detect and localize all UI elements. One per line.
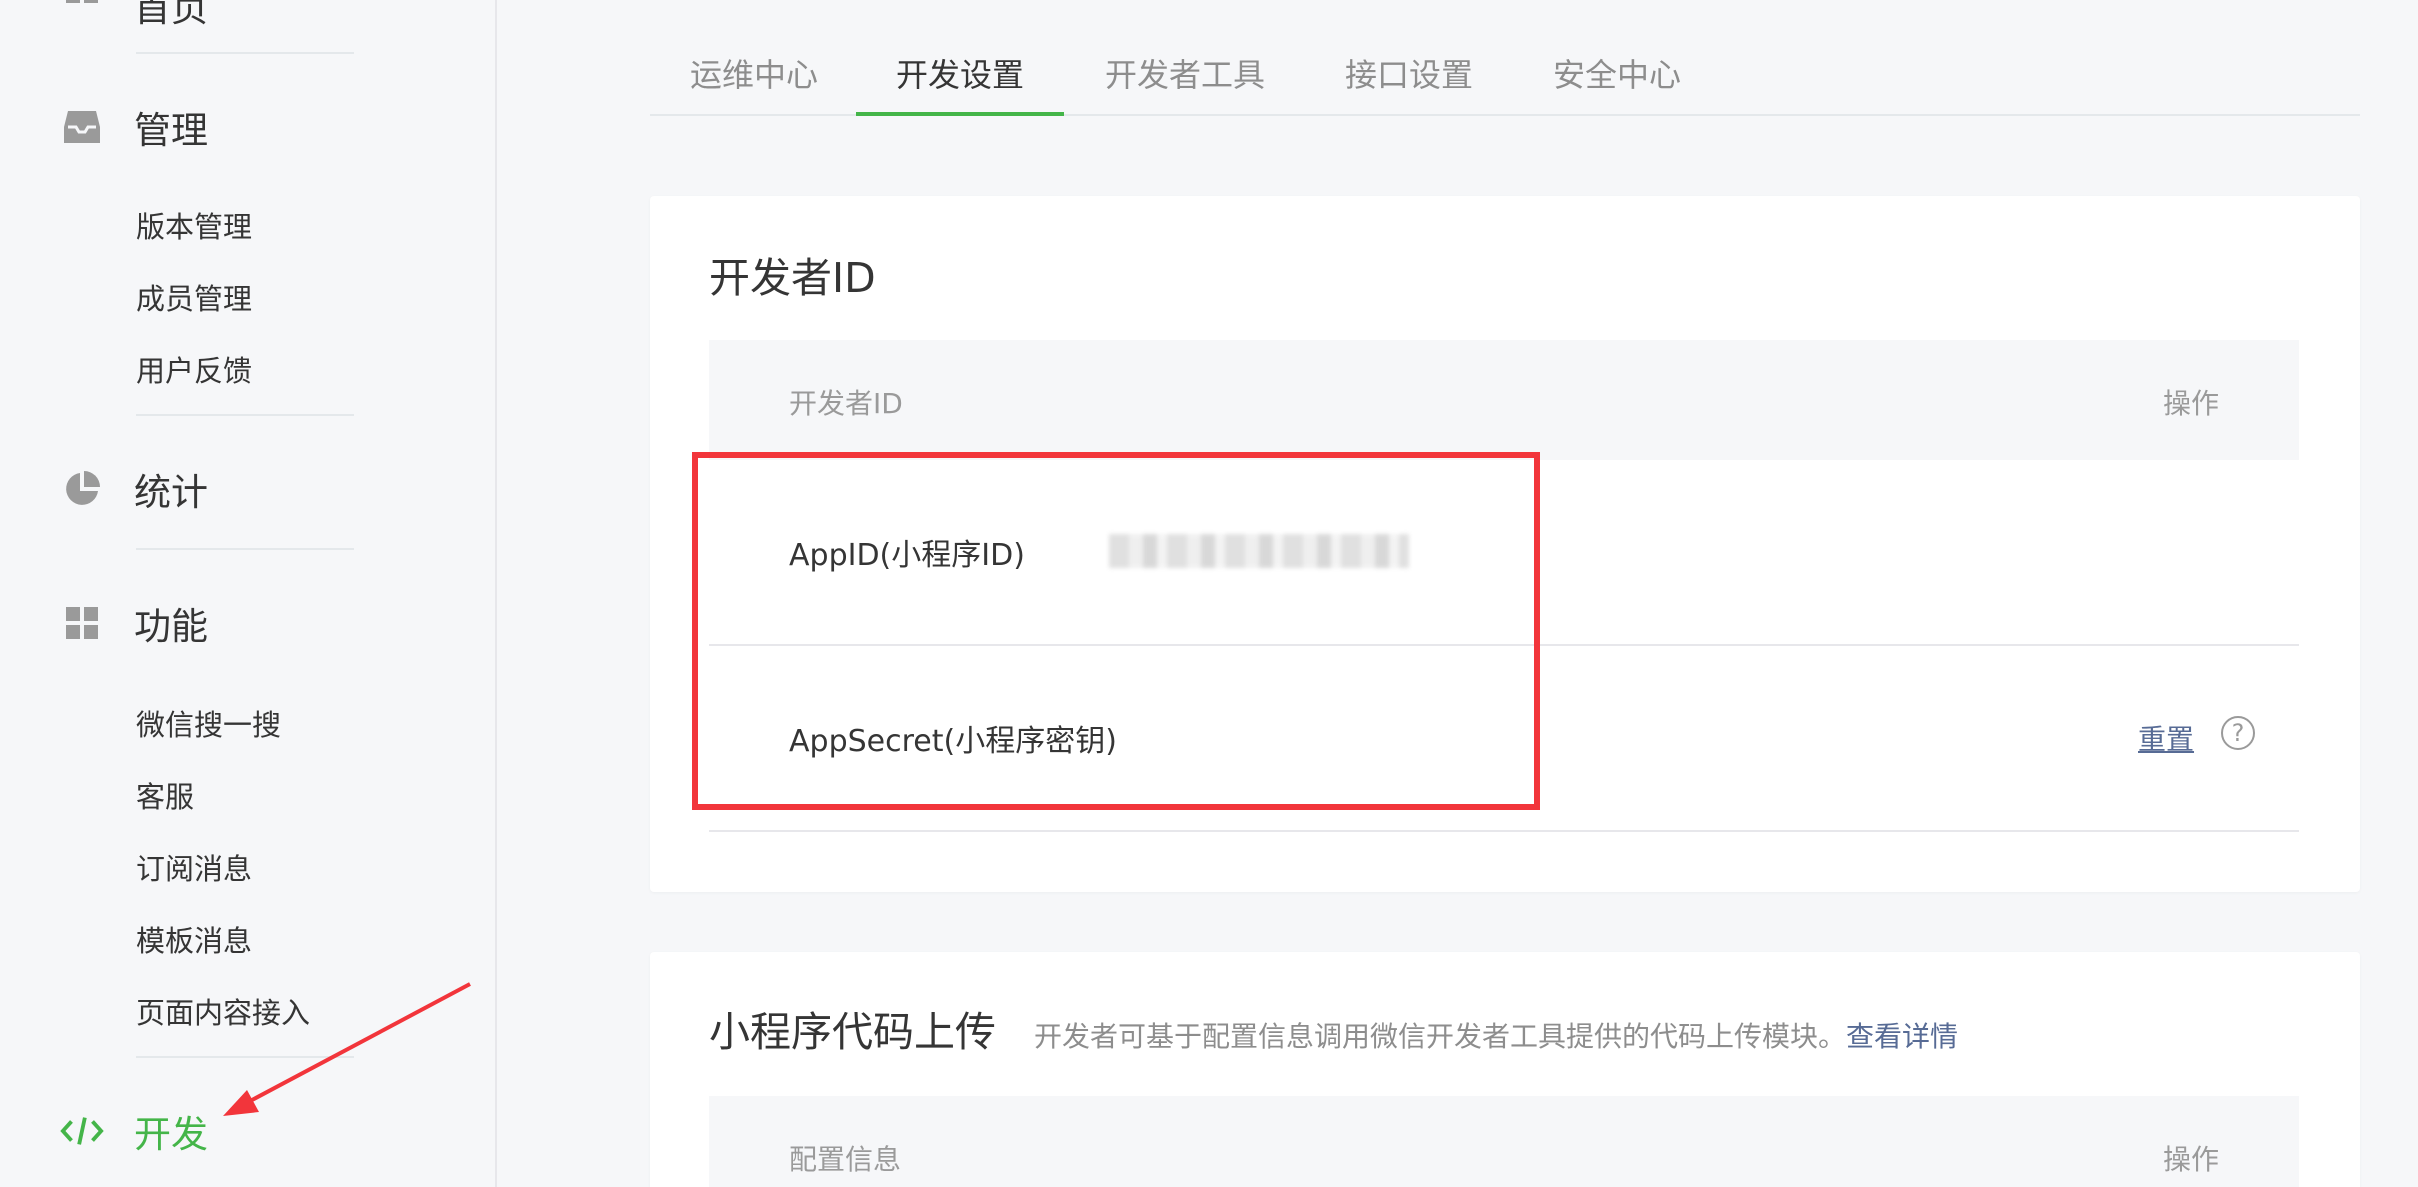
- divider: [136, 414, 354, 416]
- table-row: AppID(小程序ID): [709, 460, 2299, 646]
- table-row: AppSecret(小程序密钥) 重置 ?: [709, 646, 2299, 832]
- view-details-link[interactable]: 查看详情: [1846, 1020, 1958, 1053]
- sidebar-item-template-msg[interactable]: 模板消息: [136, 918, 252, 960]
- tab-bar: 运维中心 开发设置 开发者工具 接口设置 安全中心: [650, 0, 2360, 116]
- sidebar-item-feedback[interactable]: 用户反馈: [136, 348, 252, 390]
- sidebar-item-search[interactable]: 微信搜一搜: [136, 702, 281, 744]
- column-header-action: 操作: [2162, 387, 2219, 420]
- sidebar-item-service[interactable]: 客服: [136, 774, 194, 816]
- divider: [136, 52, 354, 54]
- tab-ops-center[interactable]: 运维中心: [690, 50, 818, 116]
- sidebar-item-members[interactable]: 成员管理: [136, 276, 252, 318]
- table-header: 开发者ID 操作: [709, 340, 2299, 460]
- appid-value-blurred: [1109, 534, 1409, 568]
- home-icon: [60, 0, 104, 27]
- sidebar-item-label: 首页: [134, 0, 208, 30]
- sidebar-item-version[interactable]: 版本管理: [136, 204, 252, 246]
- developer-id-card: 开发者ID 开发者ID 操作 AppID(小程序ID) AppSecret(小程…: [650, 196, 2360, 892]
- sidebar-item-features[interactable]: 功能: [60, 596, 208, 650]
- sidebar-item-manage[interactable]: 管理: [60, 100, 208, 154]
- card-description: 开发者可基于配置信息调用微信开发者工具提供的代码上传模块。查看详情: [1034, 1015, 1958, 1055]
- inbox-icon: [60, 105, 104, 149]
- tab-dev-settings[interactable]: 开发设置: [855, 50, 1065, 116]
- help-icon[interactable]: ?: [2221, 716, 2255, 750]
- card-title: 小程序代码上传: [709, 1008, 996, 1056]
- tab-dev-tools[interactable]: 开发者工具: [1105, 50, 1265, 116]
- appsecret-label: AppSecret(小程序密钥): [789, 724, 1117, 759]
- code-upload-card: 小程序代码上传 开发者可基于配置信息调用微信开发者工具提供的代码上传模块。查看详…: [650, 952, 2360, 1187]
- divider: [136, 548, 354, 550]
- sidebar-item-label: 管理: [134, 109, 208, 152]
- appid-label: AppID(小程序ID): [789, 538, 1025, 573]
- sidebar-item-label: 统计: [134, 471, 208, 514]
- sidebar-item-develop[interactable]: 开发: [60, 1104, 208, 1158]
- sidebar-item-label: 功能: [134, 605, 208, 648]
- sidebar-item-label: 开发: [134, 1113, 208, 1156]
- sidebar-item-home[interactable]: 首页: [60, 0, 208, 32]
- column-header: 开发者ID: [789, 387, 903, 420]
- grid-icon: [60, 601, 104, 645]
- annotation-arrow: [223, 982, 471, 1116]
- reset-link[interactable]: 重置: [2138, 718, 2194, 758]
- column-header: 配置信息: [789, 1143, 902, 1176]
- sidebar-item-subscribe-msg[interactable]: 订阅消息: [136, 846, 252, 888]
- tab-api-settings[interactable]: 接口设置: [1345, 50, 1473, 116]
- card-title: 开发者ID: [709, 254, 876, 302]
- sidebar-item-stats[interactable]: 统计: [60, 462, 208, 516]
- tab-security-center[interactable]: 安全中心: [1553, 50, 1681, 116]
- table-header: 配置信息 操作: [709, 1096, 2299, 1187]
- code-icon: [60, 1109, 104, 1153]
- card-title-row: 小程序代码上传 开发者可基于配置信息调用微信开发者工具提供的代码上传模块。查看详…: [709, 998, 1958, 1058]
- description-text: 开发者可基于配置信息调用微信开发者工具提供的代码上传模块。: [1034, 1020, 1847, 1053]
- pie-chart-icon: [60, 467, 104, 511]
- column-header-action: 操作: [2162, 1143, 2219, 1176]
